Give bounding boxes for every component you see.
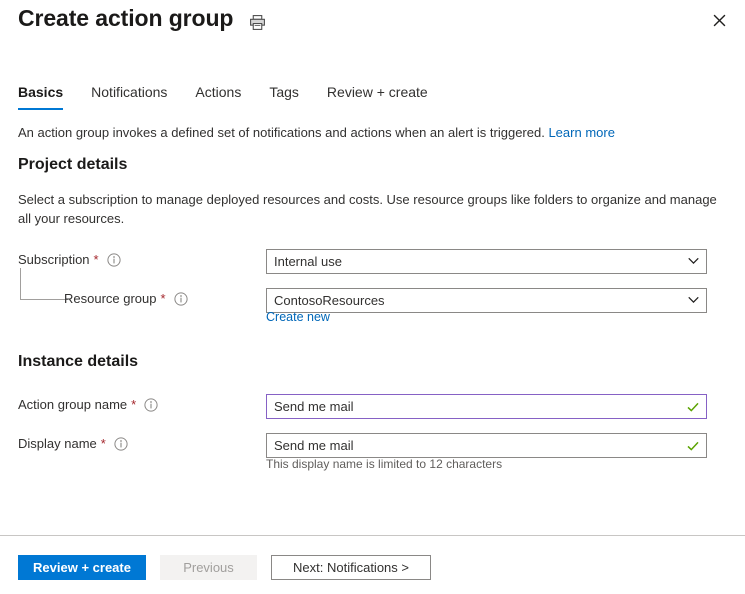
resource-group-control: ContosoResources: [266, 288, 707, 313]
display-name-control: [266, 433, 707, 458]
display-name-field[interactable]: [266, 433, 707, 458]
resource-group-row: Resource group * ContosoResources: [18, 288, 727, 313]
chevron-down-icon-glyph: [688, 296, 699, 303]
previous-button[interactable]: Previous: [160, 555, 257, 580]
tab-bar: Basics Notifications Actions Tags Review…: [18, 83, 745, 113]
printer-icon[interactable]: [244, 9, 270, 35]
info-icon-glyph: [107, 252, 121, 267]
subscription-select[interactable]: Internal use: [266, 249, 707, 274]
check-icon: [686, 439, 700, 453]
resource-group-select[interactable]: ContosoResources: [266, 288, 707, 313]
review-create-button[interactable]: Review + create: [18, 555, 146, 580]
subscription-control: Internal use: [266, 249, 707, 274]
learn-more-link[interactable]: Learn more: [548, 125, 614, 140]
next-notifications-button[interactable]: Next: Notifications >: [271, 555, 431, 580]
intro-description: An action group invokes a defined set of…: [18, 125, 545, 140]
display-name-label: Display name *: [18, 436, 128, 451]
close-icon-glyph: [713, 14, 725, 26]
footer-actions: Review + create Previous Next: Notificat…: [18, 555, 431, 580]
tab-review-create-label: Review + create: [326, 84, 428, 100]
instance-details-heading: Instance details: [18, 353, 139, 370]
printer-icon-glyph: [249, 14, 265, 30]
project-details-description: Select a subscription to manage deployed…: [18, 192, 717, 226]
check-icon-glyph: [687, 402, 699, 412]
tab-actions-label: Actions: [195, 84, 242, 100]
action-group-name-control: [266, 394, 707, 419]
page-title: Create action group: [18, 5, 234, 31]
action-group-name-label: Action group name *: [18, 397, 158, 412]
action-group-name-field[interactable]: [266, 394, 707, 419]
resource-group-required-marker: *: [160, 291, 166, 306]
action-group-name-input[interactable]: [274, 395, 682, 418]
chevron-down-icon: [687, 254, 700, 270]
chevron-down-icon-glyph: [688, 257, 699, 264]
subscription-info-icon[interactable]: [107, 252, 121, 267]
display-name-input[interactable]: [274, 434, 682, 457]
display-name-hint: This display name is limited to 12 chara…: [266, 457, 503, 471]
subscription-label-text: Subscription: [18, 252, 90, 267]
info-icon-glyph: [144, 397, 158, 412]
tab-notifications[interactable]: Notifications: [77, 83, 181, 110]
form-content: An action group invokes a defined set of…: [18, 120, 727, 471]
info-icon-glyph: [173, 291, 188, 306]
resource-group-label-text: Resource group: [64, 291, 157, 306]
action-group-name-info-icon[interactable]: [144, 397, 158, 412]
action-group-name-label-text: Action group name: [18, 397, 128, 412]
subscription-value: Internal use: [274, 254, 342, 269]
check-icon-glyph: [687, 441, 699, 451]
tab-basics[interactable]: Basics: [18, 83, 77, 110]
subscription-row: Subscription * Internal use: [18, 249, 727, 274]
action-group-name-row: Action group name *: [18, 394, 727, 419]
dialog-header: Create action group: [0, 0, 745, 62]
display-name-info-icon[interactable]: [114, 436, 128, 451]
tab-review-create[interactable]: Review + create: [313, 83, 442, 110]
resource-group-label: Resource group *: [64, 291, 188, 306]
project-details-heading: Project details: [18, 156, 128, 173]
display-name-required-marker: *: [100, 436, 106, 451]
create-new-resource-group-link[interactable]: Create new: [266, 310, 330, 324]
display-name-label-text: Display name: [18, 436, 97, 451]
tab-basics-label: Basics: [18, 84, 64, 100]
chevron-down-icon: [687, 293, 700, 309]
footer-divider: [0, 535, 745, 536]
display-name-row: Display name *: [18, 433, 727, 458]
tab-notifications-label: Notifications: [91, 84, 168, 100]
resource-group-info-icon[interactable]: [173, 291, 188, 306]
action-group-name-required-marker: *: [131, 397, 137, 412]
subscription-label: Subscription *: [18, 252, 121, 267]
tab-actions[interactable]: Actions: [181, 83, 255, 110]
subscription-required-marker: *: [93, 252, 99, 267]
info-icon-glyph: [114, 436, 128, 451]
tab-tags-label: Tags: [269, 84, 299, 100]
close-icon[interactable]: [703, 4, 735, 36]
intro-text: An action group invokes a defined set of…: [18, 120, 727, 142]
check-icon: [686, 400, 700, 414]
resource-group-value: ContosoResources: [274, 293, 385, 308]
tab-tags[interactable]: Tags: [255, 83, 313, 110]
